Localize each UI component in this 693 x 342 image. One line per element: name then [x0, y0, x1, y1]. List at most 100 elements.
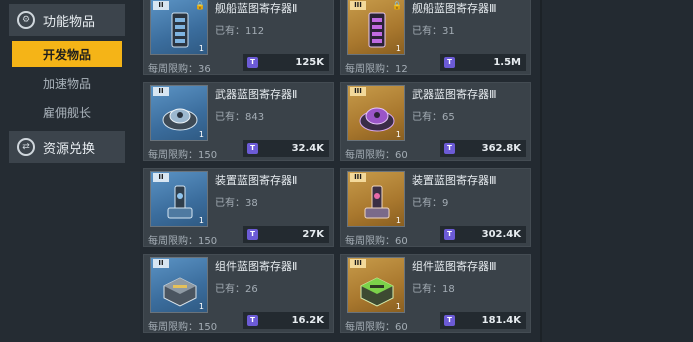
item-owned: 已有：18 [412, 284, 455, 295]
weekly-limit: 每周限购：60 [345, 236, 408, 247]
item-owned: 已有：843 [215, 112, 265, 123]
lock-icon: 🔒 [195, 1, 205, 10]
exchange-circle-icon: ⇄ [17, 138, 35, 156]
price-value: 125K [295, 57, 324, 68]
category-label: 资源兑换 [43, 141, 96, 157]
lock-icon: 🔒 [392, 1, 402, 10]
weekly-limit: 每周限购：60 [345, 322, 408, 333]
item-thumbnail: II 1 [150, 171, 208, 227]
item-name: 武器蓝图寄存器Ⅱ [215, 88, 298, 101]
subcategory-speedup-items[interactable]: 加速物品 [12, 70, 122, 96]
weekly-limit: 每周限购：60 [345, 150, 408, 161]
shop-item-card[interactable]: II 1 武器蓝图寄存器Ⅱ 已有：843 每周限购：150 T 32.4K [143, 82, 334, 161]
category-functional-items[interactable]: ⚙ 功能物品 [9, 4, 125, 36]
price-value: 32.4K [291, 143, 324, 154]
price-value: 362.8K [481, 143, 521, 154]
item-quantity: 1 [198, 216, 204, 225]
item-owned: 已有：9 [412, 198, 449, 209]
item-quantity: 1 [395, 130, 401, 139]
shop-item-card[interactable]: III 1 组件蓝图寄存器Ⅲ 已有：18 每周限购：60 T 181.4K [340, 254, 531, 333]
item-quantity: 1 [198, 302, 204, 311]
item-quantity: 1 [198, 130, 204, 139]
subcategory-hire-captain[interactable]: 雇佣舰长 [12, 99, 122, 125]
currency-icon: T [247, 57, 258, 68]
item-owned: 已有：65 [412, 112, 455, 123]
subcategory-dev-items[interactable]: 开发物品 [12, 41, 122, 67]
ship-blueprint-icon [171, 12, 189, 48]
currency-icon: T [444, 143, 455, 154]
currency-icon: T [444, 229, 455, 240]
price-value: 302.4K [481, 229, 521, 240]
item-name: 舰船蓝图寄存器Ⅲ [412, 2, 497, 15]
settings-circle-icon: ⚙ [17, 11, 35, 29]
device-blueprint-icon [167, 185, 193, 219]
item-thumbnail: II 1 [150, 257, 208, 313]
item-name: 武器蓝图寄存器Ⅲ [412, 88, 497, 101]
category-resource-exchange[interactable]: ⇄ 资源兑换 [9, 131, 125, 163]
price-value: 181.4K [481, 315, 521, 326]
buy-price-button[interactable]: T 1.5M [440, 54, 526, 71]
tier-badge: III [350, 1, 366, 10]
item-name: 组件蓝图寄存器Ⅱ [215, 260, 298, 273]
item-owned: 已有：26 [215, 284, 258, 295]
shop-item-card[interactable]: III 1 装置蓝图寄存器Ⅲ 已有：9 每周限购：60 T 302.4K [340, 168, 531, 247]
buy-price-button[interactable]: T 181.4K [440, 312, 526, 329]
category-label: 功能物品 [43, 14, 96, 30]
item-owned: 已有：31 [412, 26, 455, 37]
tier-badge: II [153, 259, 169, 268]
item-thumbnail: II 🔒 1 [150, 0, 208, 55]
price-value: 1.5M [493, 57, 521, 68]
item-name: 装置蓝图寄存器Ⅲ [412, 174, 497, 187]
component-blueprint-icon [360, 277, 394, 307]
item-thumbnail: III 1 [347, 85, 405, 141]
buy-price-button[interactable]: T 16.2K [243, 312, 329, 329]
buy-price-button[interactable]: T 32.4K [243, 140, 329, 157]
item-quantity: 1 [395, 302, 401, 311]
weekly-limit: 每周限购：36 [148, 64, 211, 75]
item-quantity: 1 [395, 216, 401, 225]
item-name: 组件蓝图寄存器Ⅲ [412, 260, 497, 273]
buy-price-button[interactable]: T 125K [243, 54, 329, 71]
tier-badge: II [153, 173, 169, 182]
buy-price-button[interactable]: T 362.8K [440, 140, 526, 157]
item-name: 装置蓝图寄存器Ⅱ [215, 174, 298, 187]
price-value: 27K [302, 229, 324, 240]
tier-badge: III [350, 259, 366, 268]
shop-item-card[interactable]: II 1 装置蓝图寄存器Ⅱ 已有：38 每周限购：150 T 27K [143, 168, 334, 247]
category-sidebar: ⚙ 功能物品 开发物品 加速物品 雇佣舰长 ⇄ 资源兑换 [0, 0, 140, 342]
buy-price-button[interactable]: T 27K [243, 226, 329, 243]
ship-blueprint-icon [368, 12, 386, 48]
weekly-limit: 每周限购：12 [345, 64, 408, 75]
currency-icon: T [247, 229, 258, 240]
item-owned: 已有：38 [215, 198, 258, 209]
currency-icon: T [247, 143, 258, 154]
item-thumbnail: III 🔒 1 [347, 0, 405, 55]
item-thumbnail: II 1 [150, 85, 208, 141]
component-blueprint-icon [163, 277, 197, 307]
item-quantity: 1 [198, 44, 204, 53]
tier-badge: III [350, 87, 366, 96]
item-thumbnail: III 1 [347, 257, 405, 313]
item-quantity: 1 [395, 44, 401, 53]
device-blueprint-icon [364, 185, 390, 219]
weapon-blueprint-icon [162, 108, 198, 131]
buy-price-button[interactable]: T 302.4K [440, 226, 526, 243]
currency-icon: T [444, 315, 455, 326]
tier-badge: III [350, 173, 366, 182]
item-owned: 已有：112 [215, 26, 265, 37]
weekly-limit: 每周限购：150 [148, 322, 218, 333]
weapon-blueprint-icon [359, 107, 395, 132]
currency-icon: T [247, 315, 258, 326]
tier-badge: II [153, 1, 169, 10]
item-thumbnail: III 1 [347, 171, 405, 227]
weekly-limit: 每周限购：150 [148, 150, 218, 161]
shop-item-card[interactable]: III 🔒 1 舰船蓝图寄存器Ⅲ 已有：31 每周限购：12 T 1.5M [340, 0, 531, 75]
weekly-limit: 每周限购：150 [148, 236, 218, 247]
panel-divider [540, 0, 542, 342]
shop-item-card[interactable]: II 1 组件蓝图寄存器Ⅱ 已有：26 每周限购：150 T 16.2K [143, 254, 334, 333]
shop-item-card[interactable]: II 🔒 1 舰船蓝图寄存器Ⅱ 已有：112 每周限购：36 T 125K [143, 0, 334, 75]
price-value: 16.2K [291, 315, 324, 326]
currency-icon: T [444, 57, 455, 68]
tier-badge: II [153, 87, 169, 96]
shop-item-card[interactable]: III 1 武器蓝图寄存器Ⅲ 已有：65 每周限购：60 T 362.8K [340, 82, 531, 161]
